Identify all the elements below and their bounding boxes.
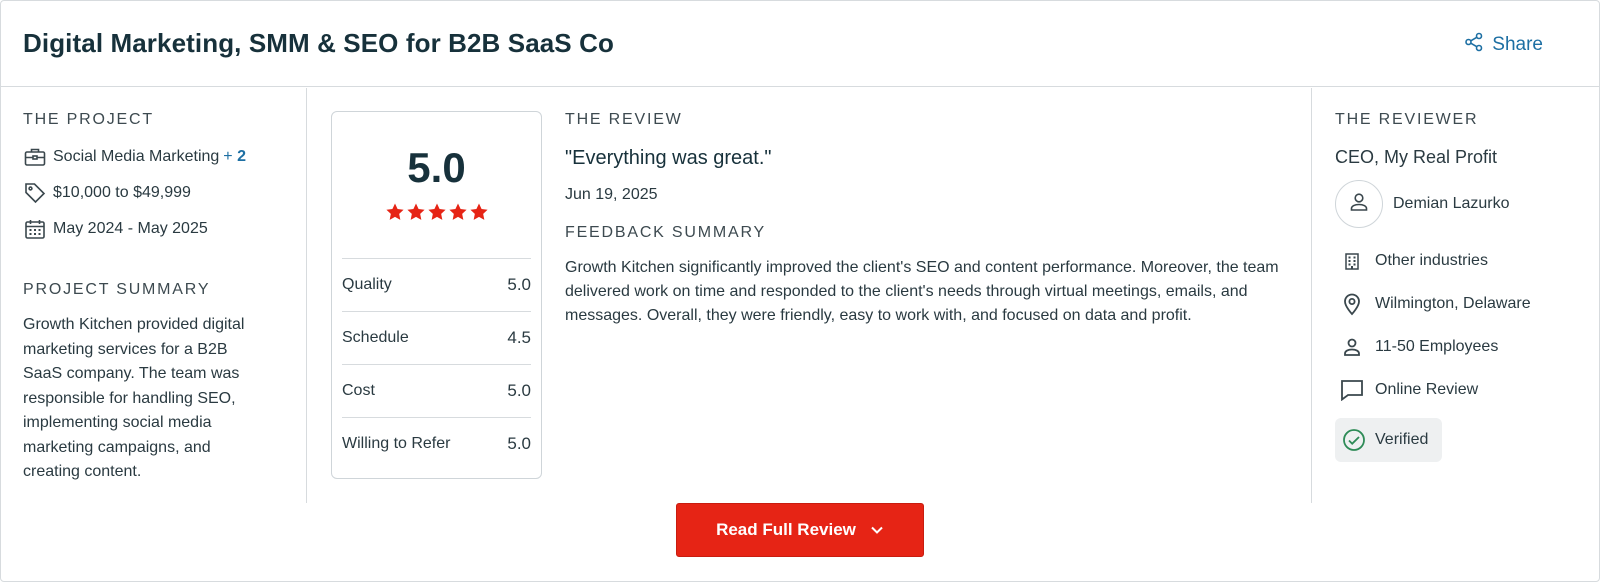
review-column: THE REVIEW "Everything was great." Jun 1… xyxy=(565,111,1285,328)
project-budget: $10,000 to $49,999 xyxy=(23,179,293,207)
rating-row-willing-to-refer: Willing to Refer 5.0 xyxy=(342,417,531,470)
location-pin-icon xyxy=(1339,291,1365,317)
chevron-down-icon xyxy=(856,520,884,540)
reviewer-section-label: THE REVIEWER xyxy=(1335,111,1479,128)
overall-rating: 5.0 xyxy=(407,144,466,191)
verified-text: Verified xyxy=(1375,431,1429,448)
rating-label: Cost xyxy=(342,382,375,399)
reviewer-review-type: Online Review xyxy=(1335,375,1585,405)
reviewer-company-size: 11-50 Employees xyxy=(1335,332,1585,362)
reviewer-person: Demian Lazurko xyxy=(1335,180,1585,228)
rating-row-schedule: Schedule 4.5 xyxy=(342,311,531,364)
rating-row-cost: Cost 5.0 xyxy=(342,364,531,417)
project-column: THE PROJECT Social Media Marketing + 2 $… xyxy=(23,111,293,485)
share-icon xyxy=(1464,32,1492,58)
column-divider xyxy=(1311,88,1312,503)
review-card: Digital Marketing, SMM & SEO for B2B Saa… xyxy=(0,0,1600,582)
dates-text: May 2024 - May 2025 xyxy=(53,220,208,237)
review-date: Jun 19, 2025 xyxy=(565,186,658,203)
briefcase-icon xyxy=(23,145,47,169)
project-service: Social Media Marketing + 2 xyxy=(23,143,293,171)
feedback-summary-label: FEEDBACK SUMMARY xyxy=(565,224,766,241)
review-quote: "Everything was great." xyxy=(565,147,772,169)
service-more-link[interactable]: + 2 xyxy=(223,148,246,166)
budget-text: $10,000 to $49,999 xyxy=(53,184,191,201)
review-title: Digital Marketing, SMM & SEO for B2B Saa… xyxy=(23,28,614,58)
star-rating xyxy=(332,202,541,227)
avatar xyxy=(1335,180,1383,228)
project-section-label: THE PROJECT xyxy=(23,111,154,128)
reviewer-details: Other industries Wilmington, Delaware 11… xyxy=(1335,246,1585,462)
check-circle-icon xyxy=(1341,427,1367,453)
user-icon xyxy=(1348,191,1370,218)
person-icon xyxy=(1339,334,1365,360)
project-summary-label: PROJECT SUMMARY xyxy=(23,281,211,298)
rating-breakdown: Quality 5.0 Schedule 4.5 Cost 5.0 Willin… xyxy=(342,258,531,470)
star-icon xyxy=(448,203,467,220)
price-tag-icon xyxy=(23,181,47,205)
company-size-text: 11-50 Employees xyxy=(1375,338,1499,355)
rating-value: 5.0 xyxy=(507,434,531,453)
star-icon xyxy=(385,203,404,220)
review-section-label: THE REVIEW xyxy=(565,111,683,128)
read-full-review-label: Read Full Review xyxy=(716,520,856,539)
rating-value: 5.0 xyxy=(507,275,531,294)
star-icon xyxy=(469,203,488,220)
rating-value: 5.0 xyxy=(507,381,531,400)
reviewer-location: Wilmington, Delaware xyxy=(1335,289,1585,319)
share-label: Share xyxy=(1492,34,1543,55)
rating-box: 5.0 Quality 5.0 Schedule 4.5 Cost 5.0 Wi… xyxy=(331,111,542,479)
review-header: Digital Marketing, SMM & SEO for B2B Saa… xyxy=(1,1,1599,87)
project-summary-text: Growth Kitchen provided digital marketin… xyxy=(23,316,245,480)
reviewer-industry: Other industries xyxy=(1335,246,1585,276)
feedback-summary-text: Growth Kitchen significantly improved th… xyxy=(565,259,1279,324)
verified-badge: Verified xyxy=(1335,418,1443,462)
industry-text: Other industries xyxy=(1375,252,1488,269)
read-full-review-button[interactable]: Read Full Review xyxy=(676,503,924,557)
calendar-icon xyxy=(23,217,47,241)
building-icon xyxy=(1339,248,1365,274)
rating-label: Quality xyxy=(342,276,392,293)
column-divider xyxy=(306,88,307,503)
rating-label: Schedule xyxy=(342,329,409,346)
project-dates: May 2024 - May 2025 xyxy=(23,215,293,243)
location-text: Wilmington, Delaware xyxy=(1375,295,1531,312)
rating-label: Willing to Refer xyxy=(342,435,451,452)
star-icon xyxy=(427,203,446,220)
reviewer-title: CEO, My Real Profit xyxy=(1335,147,1498,167)
chat-bubble-icon xyxy=(1339,377,1365,403)
rating-row-quality: Quality 5.0 xyxy=(342,258,531,311)
review-type-text: Online Review xyxy=(1375,381,1479,398)
share-button[interactable]: Share xyxy=(1464,32,1543,58)
service-name: Social Media Marketing xyxy=(53,148,220,165)
rating-value: 4.5 xyxy=(507,328,531,347)
star-icon xyxy=(406,203,425,220)
reviewer-name: Demian Lazurko xyxy=(1393,195,1510,212)
reviewer-column: THE REVIEWER CEO, My Real Profit Demian … xyxy=(1335,111,1585,462)
